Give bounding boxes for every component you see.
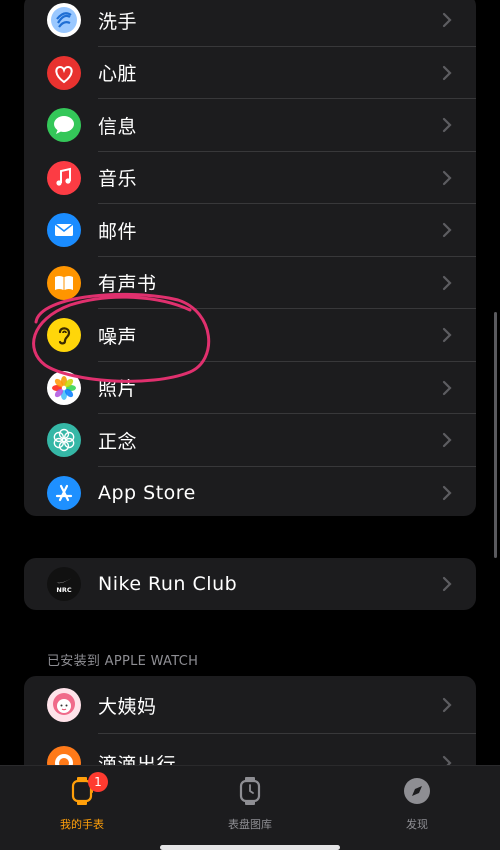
list-item-noise[interactable]: 噪声 [24, 309, 476, 362]
list-item-label: App Store [98, 481, 196, 504]
list-item-handwashing[interactable]: 洗手 [24, 0, 476, 47]
list-item-music[interactable]: 音乐 [24, 152, 476, 204]
chevron-right-icon [442, 485, 452, 500]
chevron-right-icon [442, 380, 452, 395]
tab-discover[interactable]: 发现 [357, 774, 477, 832]
noise-ear-icon [47, 318, 81, 353]
chevron-right-icon [442, 275, 452, 290]
scroll-indicator[interactable] [494, 312, 497, 558]
list-item-label: Nike Run Club [98, 573, 238, 595]
home-indicator [160, 845, 340, 850]
chevron-right-icon [442, 118, 452, 133]
app-store-icon [47, 475, 81, 510]
face-gallery-icon [239, 777, 261, 805]
list-item-label: 有声书 [98, 273, 157, 296]
tab-label: 我的手表 [60, 818, 104, 831]
notification-badge: 1 [88, 772, 108, 792]
list-item-heart[interactable]: 心脏 [24, 47, 476, 99]
tab-bar: 1 我的手表 表盘图库 发现 [0, 765, 500, 850]
tab-label: 发现 [406, 818, 428, 831]
list-item-nike-run-club[interactable]: NRC Nike Run Club [24, 558, 476, 610]
list-item-label: 邮件 [98, 220, 138, 243]
messages-icon [47, 108, 81, 143]
list-item-label: 噪声 [98, 325, 138, 348]
chevron-right-icon [442, 65, 452, 80]
section-header-installed: 已安装到 APPLE WATCH [47, 654, 199, 669]
chevron-right-icon [442, 433, 452, 448]
list-item-label: 信息 [98, 115, 138, 138]
tab-my-watch[interactable]: 1 我的手表 [22, 772, 142, 832]
list-item-label: 照片 [98, 378, 138, 401]
heart-icon [47, 55, 81, 90]
handwashing-icon [47, 3, 81, 38]
chevron-right-icon [442, 576, 452, 592]
list-item-audiobooks[interactable]: 有声书 [24, 257, 476, 309]
list-item-mail[interactable]: 邮件 [24, 204, 476, 257]
list-item-label: 正念 [98, 430, 138, 453]
nike-run-club-icon: NRC [47, 567, 81, 601]
list-item-mindfulness[interactable]: 正念 [24, 414, 476, 467]
discover-compass-icon [404, 778, 430, 804]
photos-icon [47, 370, 81, 405]
tab-label: 表盘图库 [228, 818, 272, 831]
apps-list-group: 洗手 心脏 信息 音乐 邮件 有声书 噪声 照片 正念 App Store [24, 0, 476, 516]
chevron-right-icon [442, 13, 452, 28]
mindfulness-icon [47, 423, 81, 458]
chevron-right-icon [442, 328, 452, 343]
third-party-apps-group: NRC Nike Run Club [24, 558, 476, 610]
dayima-icon [47, 688, 81, 722]
audiobooks-icon [47, 265, 81, 300]
list-item-label: 洗手 [98, 10, 138, 33]
chevron-right-icon [442, 697, 452, 713]
mail-icon [47, 213, 81, 248]
list-item-label: 大姨妈 [98, 695, 157, 718]
list-item-messages[interactable]: 信息 [24, 99, 476, 152]
music-icon [47, 160, 81, 195]
chevron-right-icon [442, 170, 452, 185]
list-item-dayima[interactable]: 大姨妈 [24, 676, 476, 734]
chevron-right-icon [442, 223, 452, 238]
tab-face-gallery[interactable]: 表盘图库 [190, 774, 310, 832]
list-item-app-store[interactable]: App Store [24, 467, 476, 517]
list-item-label: 心脏 [98, 63, 138, 86]
svg-text:NRC: NRC [56, 586, 71, 594]
list-item-photos[interactable]: 照片 [24, 362, 476, 414]
list-item-label: 音乐 [98, 168, 138, 191]
